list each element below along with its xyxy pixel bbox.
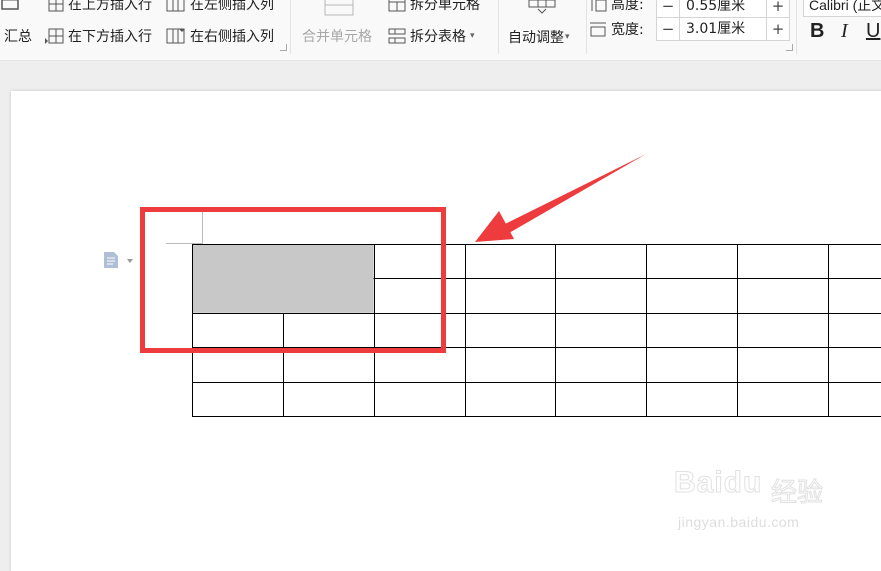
watermark-brand-cn: 经验: [770, 478, 824, 509]
highlight-box: [140, 207, 446, 353]
watermark-brand: Baidu: [673, 466, 763, 500]
baidu-watermark: Baidu 经验 jingyan.baidu.com: [673, 458, 864, 538]
watermark-url: jingyan.baidu.com: [678, 514, 800, 530]
